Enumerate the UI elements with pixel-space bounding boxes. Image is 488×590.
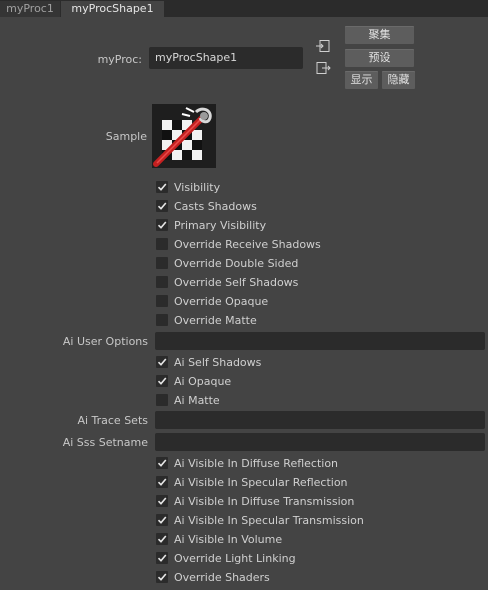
checkbox-empty-icon[interactable]	[156, 314, 168, 326]
tab-myproc1[interactable]: myProc1	[0, 1, 60, 17]
checkbox-label: Override Shaders	[174, 570, 270, 584]
checkmark-icon[interactable]	[156, 552, 168, 564]
checkbox-override-opaque[interactable]: Override Opaque	[156, 293, 268, 309]
focus-button[interactable]: 聚集	[345, 26, 414, 44]
ai-sss-setname-label: Ai Sss Setname	[62, 436, 148, 449]
ai-user-options-label: Ai User Options	[62, 335, 148, 348]
checkbox-primary-visibility[interactable]: Primary Visibility	[156, 217, 266, 233]
checkbox-ai-opaque[interactable]: Ai Opaque	[156, 373, 231, 389]
checkbox-label: Casts Shadows	[174, 199, 257, 213]
checkbox-label: Ai Visible In Volume	[174, 532, 283, 546]
checkbox-ai-visible-in-diffuse-reflection[interactable]: Ai Visible In Diffuse Reflection	[156, 455, 338, 471]
checkbox-empty-icon[interactable]	[156, 257, 168, 269]
checkmark-icon[interactable]	[156, 375, 168, 387]
checkbox-override-light-linking[interactable]: Override Light Linking	[156, 550, 296, 566]
checkbox-empty-icon[interactable]	[156, 238, 168, 250]
checkbox-label: Ai Opaque	[174, 374, 232, 388]
checkbox-label: Override Receive Shadows	[174, 237, 321, 251]
checkbox-label: Override Self Shadows	[174, 275, 299, 289]
checkbox-ai-visible-in-specular-reflection[interactable]: Ai Visible In Specular Reflection	[156, 474, 348, 490]
checkbox-label: Ai Visible In Diffuse Reflection	[174, 456, 339, 470]
checkmark-icon[interactable]	[156, 181, 168, 193]
checkbox-ai-visible-in-specular-transmission[interactable]: Ai Visible In Specular Transmission	[156, 512, 364, 528]
ai-trace-sets-field[interactable]	[155, 411, 485, 429]
checkmark-icon[interactable]	[156, 495, 168, 507]
checkbox-ai-self-shadows[interactable]: Ai Self Shadows	[156, 354, 261, 370]
checkbox-label: Visibility	[174, 180, 221, 194]
checkmark-icon[interactable]	[156, 356, 168, 368]
checkmark-icon[interactable]	[156, 457, 168, 469]
checkbox-visibility[interactable]: Visibility	[156, 179, 220, 195]
hide-button[interactable]: 隐藏	[382, 71, 415, 89]
checkmark-icon[interactable]	[156, 219, 168, 231]
procedural-sample-icon	[152, 104, 216, 168]
tab-myprocshape1[interactable]: myProcShape1	[61, 1, 164, 17]
input-connection-icon[interactable]	[315, 38, 331, 54]
checkbox-override-self-shadows[interactable]: Override Self Shadows	[156, 274, 298, 290]
checkmark-icon[interactable]	[156, 200, 168, 212]
checkbox-label: Ai Matte	[174, 393, 220, 407]
tab-bar: myProc1 myProcShape1	[0, 0, 488, 17]
checkbox-override-matte[interactable]: Override Matte	[156, 312, 257, 328]
checkbox-ai-visible-in-volume[interactable]: Ai Visible In Volume	[156, 531, 282, 547]
checkbox-empty-icon[interactable]	[156, 276, 168, 288]
checkbox-label: Ai Visible In Specular Reflection	[174, 475, 348, 489]
checkbox-ai-visible-in-diffuse-transmission[interactable]: Ai Visible In Diffuse Transmission	[156, 493, 354, 509]
checkbox-label: Ai Self Shadows	[174, 355, 262, 369]
checkbox-label: Override Light Linking	[174, 551, 296, 565]
checkmark-icon[interactable]	[156, 476, 168, 488]
show-button[interactable]: 显示	[345, 71, 378, 89]
ai-user-options-field[interactable]	[155, 332, 485, 350]
proc-label: myProc:	[97, 53, 142, 66]
checkbox-label: Ai Visible In Specular Transmission	[174, 513, 364, 527]
ai-trace-sets-label: Ai Trace Sets	[77, 414, 148, 427]
checkmark-icon[interactable]	[156, 533, 168, 545]
checkbox-label: Override Double Sided	[174, 256, 299, 270]
checkmark-icon[interactable]	[156, 571, 168, 583]
checkbox-casts-shadows[interactable]: Casts Shadows	[156, 198, 257, 214]
checkbox-override-receive-shadows[interactable]: Override Receive Shadows	[156, 236, 321, 252]
checkbox-label: Ai Visible In Diffuse Transmission	[174, 494, 355, 508]
preset-button[interactable]: 预设	[345, 49, 414, 67]
output-connection-icon[interactable]	[315, 60, 331, 76]
sample-label: Sample	[105, 130, 147, 143]
proc-name-field[interactable]: myProcShape1	[149, 47, 303, 69]
checkbox-empty-icon[interactable]	[156, 394, 168, 406]
checkbox-override-shaders[interactable]: Override Shaders	[156, 569, 270, 585]
checkbox-label: Override Matte	[174, 313, 257, 327]
checkmark-icon[interactable]	[156, 514, 168, 526]
checkbox-override-double-sided[interactable]: Override Double Sided	[156, 255, 298, 271]
attribute-panel: myProc: myProcShape1 聚集 预设 显示 隐藏 Sample	[0, 17, 488, 590]
ai-sss-setname-field[interactable]	[155, 433, 485, 451]
checkbox-ai-matte[interactable]: Ai Matte	[156, 392, 220, 408]
checkbox-label: Primary Visibility	[174, 218, 267, 232]
checkbox-label: Override Opaque	[174, 294, 269, 308]
checkbox-empty-icon[interactable]	[156, 295, 168, 307]
